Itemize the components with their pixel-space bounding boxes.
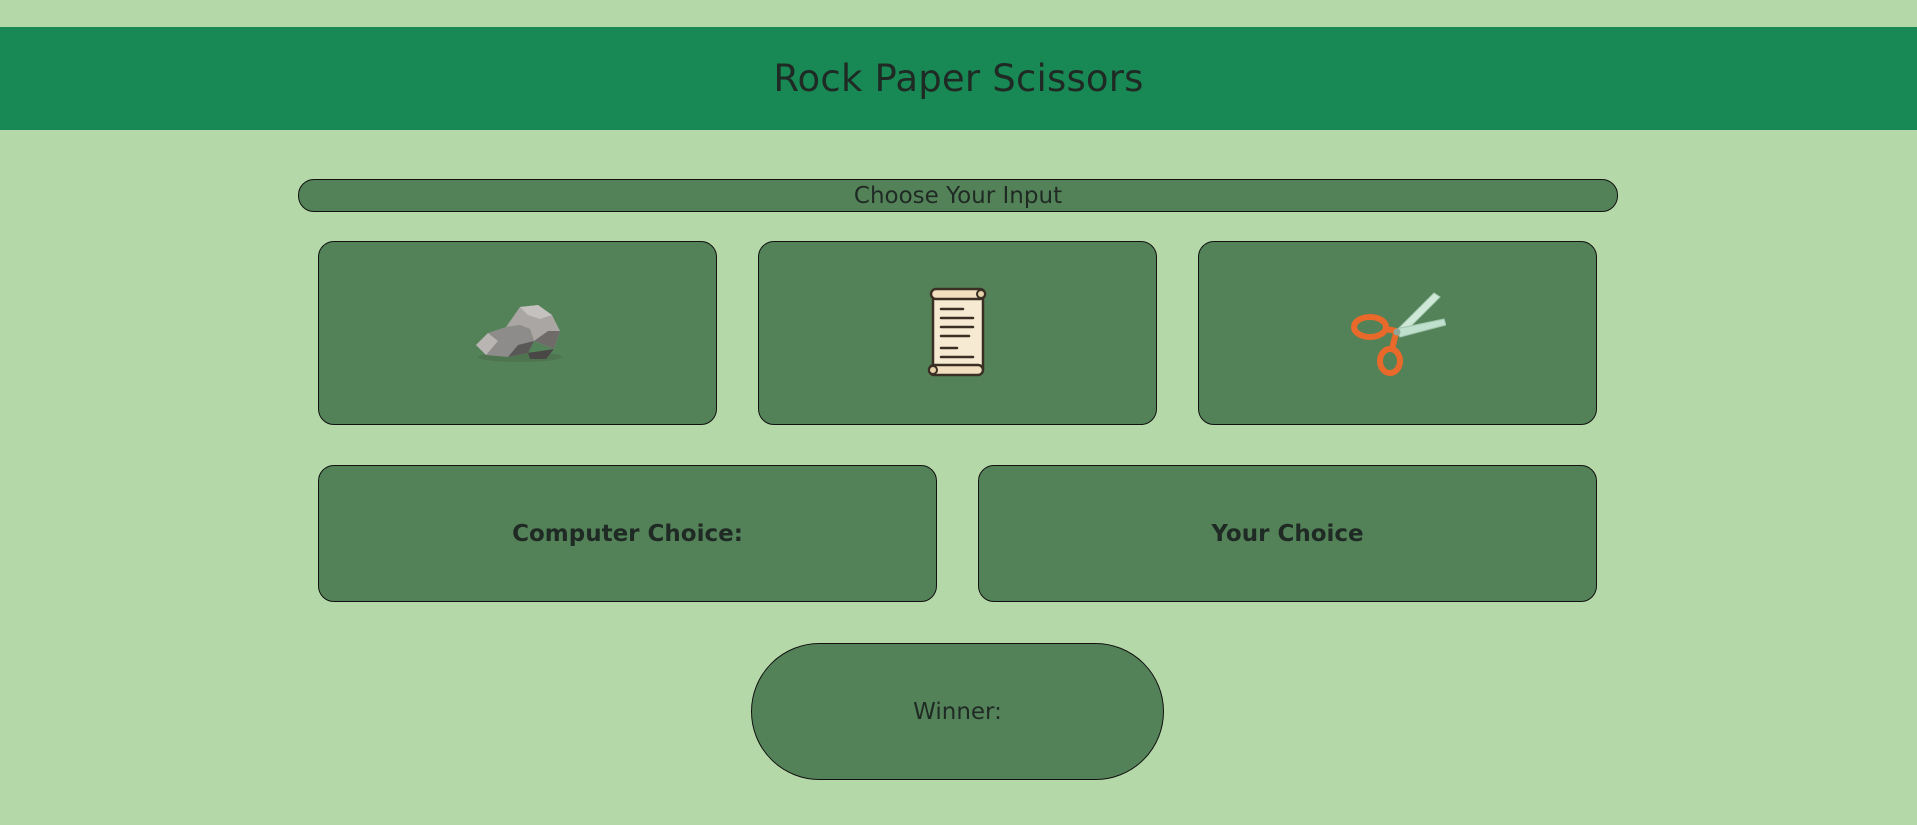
- page-title: Rock Paper Scissors: [773, 57, 1144, 100]
- scissors-button[interactable]: [1198, 241, 1597, 425]
- winner-panel: Winner:: [751, 643, 1164, 780]
- choose-input-label: Choose Your Input: [853, 182, 1063, 209]
- scroll-icon: [925, 287, 991, 379]
- rock-button[interactable]: [318, 241, 717, 425]
- choose-input-bar: Choose Your Input: [298, 179, 1618, 212]
- scissors-icon: [1350, 289, 1446, 377]
- winner-label: Winner:: [913, 698, 1002, 725]
- computer-choice-label: Computer Choice:: [512, 520, 743, 547]
- header-bar: Rock Paper Scissors: [0, 27, 1917, 130]
- paper-button[interactable]: [758, 241, 1157, 425]
- your-choice-panel: Your Choice: [978, 465, 1597, 602]
- rock-icon: [468, 301, 568, 365]
- your-choice-label: Your Choice: [1211, 520, 1364, 547]
- computer-choice-panel: Computer Choice:: [318, 465, 937, 602]
